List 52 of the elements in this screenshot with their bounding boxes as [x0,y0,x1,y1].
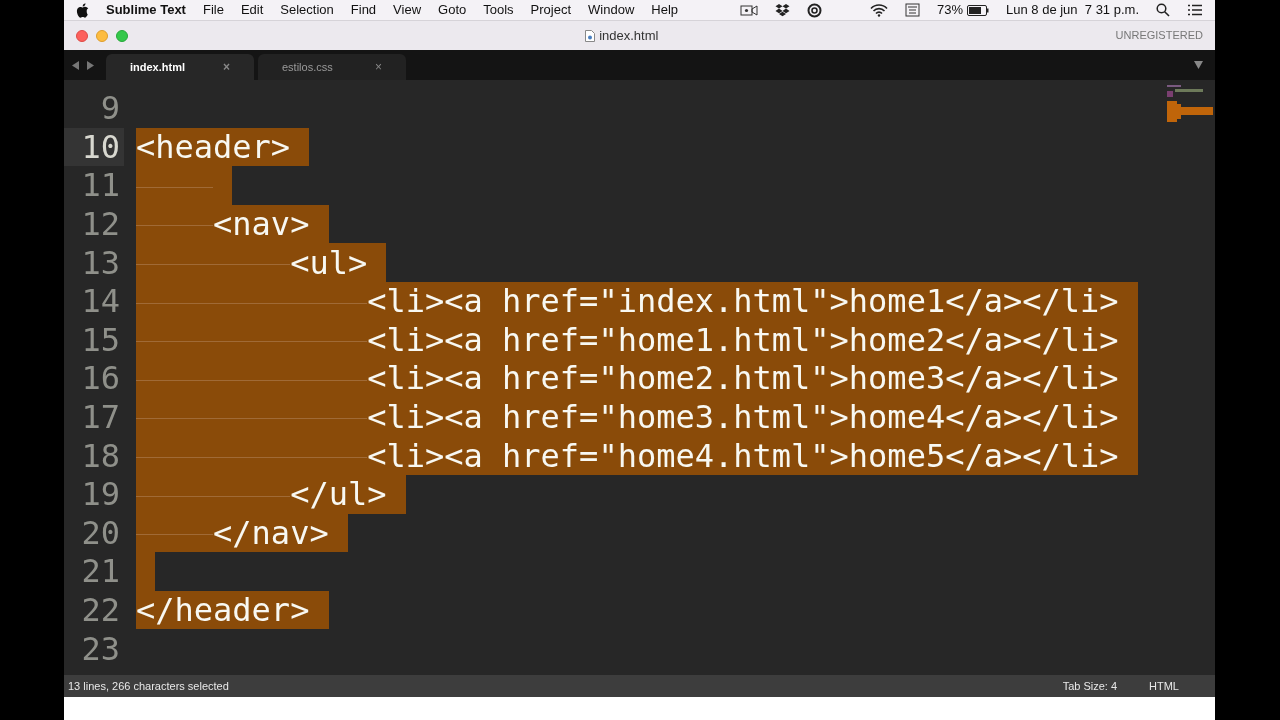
battery-icon[interactable] [967,4,989,16]
tab[interactable]: estilos.css × [258,54,406,80]
camera-icon[interactable] [740,3,758,17]
line-number: 19 [80,474,121,514]
menu-item[interactable]: View [393,0,422,20]
line-number: 14 [80,281,121,321]
menu-item[interactable]: Find [350,0,377,20]
line-number: 18 [80,436,121,475]
line-number: 11 [80,166,121,205]
spiral-icon[interactable] [807,2,822,18]
window-title: index.html [599,26,659,45]
box-icon[interactable] [775,3,790,17]
menu-item[interactable]: Selection [280,0,334,20]
line-number: 22 [80,590,121,630]
tab-label: estilos.css [282,59,333,75]
wifi-icon[interactable] [870,3,888,17]
line-number: 12 [80,204,121,244]
syntax-indicator[interactable]: HTML [1149,677,1179,695]
list-icon[interactable] [1187,4,1203,16]
tab-label: index.html [130,59,185,75]
license-label: UNREGISTERED [1115,28,1203,44]
line-number: 16 [80,359,121,398]
menu-item[interactable]: Edit [240,0,264,20]
forward-icon[interactable] [87,60,94,70]
menu-item[interactable]: Window [588,0,635,20]
tab-size-indicator[interactable]: Tab Size: 4 [1062,677,1118,695]
line-number: 15 [80,320,121,360]
dropdown-icon[interactable] [1194,61,1203,69]
menu-item[interactable]: File [202,0,224,20]
battery-percent: 73% [937,1,963,20]
menu-item[interactable]: Project [530,0,572,20]
selection-status: 13 lines, 266 characters selected [68,678,229,694]
tab-close-button[interactable]: × [375,58,382,76]
menu-item[interactable]: Help [651,0,679,20]
app-menu[interactable]: Sublime Text [106,0,186,20]
line-number: 23 [80,629,121,668]
line-number: 17 [80,397,121,437]
close-button[interactable] [76,29,88,42]
tab[interactable]: index.html × [106,54,254,80]
line-number: 13 [80,243,121,282]
line-number: 20 [80,513,121,553]
line-number: 9 [99,89,121,128]
menu-item[interactable]: Tools [483,0,514,20]
clock[interactable]: Lun 8 de jun 7 31 p.m. [1006,0,1139,20]
menu-item[interactable]: Goto [438,0,467,20]
apple-icon [76,2,89,18]
file-icon [585,29,596,42]
back-icon[interactable] [72,60,79,70]
search-icon[interactable] [1156,3,1170,17]
tab-close-button[interactable]: × [223,58,230,76]
line-number: 10 [64,127,124,167]
line-number: 21 [80,552,121,591]
